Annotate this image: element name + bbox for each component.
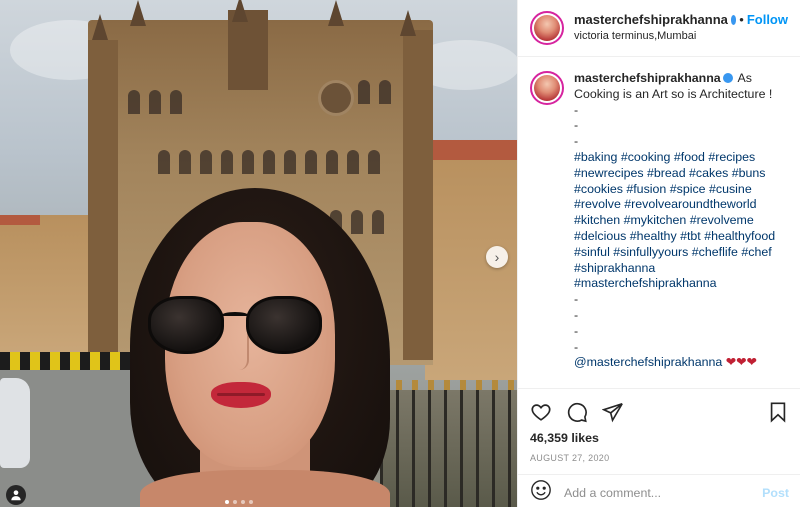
caption-line[interactable]: #cookies #fusion #spice #cusine <box>574 182 780 198</box>
carousel-dot <box>241 500 245 504</box>
tagged-user-icon[interactable] <box>6 485 26 505</box>
caption-line: - <box>574 102 579 117</box>
caption-username[interactable]: masterchefshiprakhanna <box>574 71 721 85</box>
caption-line[interactable]: #shiprakhanna <box>574 261 780 277</box>
post-date[interactable]: AUGUST 27, 2020 <box>518 445 800 463</box>
shoulder <box>140 470 390 507</box>
post-button[interactable]: Post <box>762 486 789 500</box>
caption-first-line: As <box>737 71 752 85</box>
avatar[interactable] <box>530 11 564 45</box>
carousel-dot <box>225 500 229 504</box>
comment-input[interactable] <box>564 485 763 500</box>
caption-line[interactable]: #delcious #healthy #tbt #healthyfood <box>574 229 780 245</box>
avatar[interactable] <box>530 71 564 105</box>
windows-row <box>158 150 380 174</box>
location-link[interactable]: victoria terminus,Mumbai <box>574 28 788 45</box>
caption-area: masterchefshiprakhanna As Cooking is an … <box>518 57 800 387</box>
caption-mention[interactable]: @masterchefshiprakhanna <box>574 355 722 369</box>
follow-button[interactable]: Follow <box>747 11 788 28</box>
username-link[interactable]: masterchefshiprakhanna <box>574 11 728 28</box>
caption-line[interactable]: #masterchefshiprakhanna <box>574 276 780 292</box>
roof-right <box>432 140 517 160</box>
carousel-dot <box>249 500 253 504</box>
windows-row <box>128 90 182 114</box>
sunglasses <box>148 296 326 358</box>
lips <box>211 382 271 408</box>
post-header: masterchefshiprakhanna • Follow victoria… <box>518 0 800 57</box>
roof-left <box>0 215 40 225</box>
caption-line: Cooking is an Art so is Architecture ! <box>574 86 773 101</box>
caption-text: masterchefshiprakhanna As Cooking is an … <box>574 71 780 387</box>
add-comment-bar: Post <box>518 474 800 507</box>
emoji-icon[interactable] <box>530 479 552 506</box>
spire <box>130 0 146 26</box>
heart-emojis: ❤❤❤ <box>725 355 757 370</box>
caption-line[interactable]: #revolve #revolvearoundtheworld <box>574 197 780 213</box>
spire <box>400 10 416 36</box>
comment-icon[interactable] <box>566 401 588 423</box>
bookmark-icon[interactable] <box>767 401 789 423</box>
spire <box>328 0 344 26</box>
car <box>0 378 30 468</box>
share-icon[interactable] <box>602 401 624 423</box>
caption-line: - <box>574 292 579 307</box>
carousel-dots <box>225 500 253 504</box>
windows-row <box>358 80 391 104</box>
spire <box>92 14 108 40</box>
building-tower <box>403 30 433 360</box>
building-tower <box>228 10 268 90</box>
spire <box>232 0 248 22</box>
rose-window <box>318 80 354 116</box>
verified-badge-icon <box>730 14 737 25</box>
post-actions: 46,359 likes AUGUST 27, 2020 Post <box>518 388 800 507</box>
caption-line: - <box>574 118 579 133</box>
caption-line: - <box>574 307 579 322</box>
chevron-right-icon[interactable]: › <box>486 246 508 268</box>
fence <box>380 390 517 507</box>
road-barrier <box>0 352 130 370</box>
caption-line[interactable]: #newrecipes #bread #cakes #buns <box>574 166 780 182</box>
building-tower <box>88 40 118 360</box>
caption-line: - <box>574 339 579 354</box>
heart-icon[interactable] <box>530 401 552 423</box>
caption-line[interactable]: #sinful #sinfullyyours #cheflife #chef <box>574 245 780 261</box>
likes-count[interactable]: 46,359 likes <box>518 427 800 445</box>
post-sidebar: masterchefshiprakhanna • Follow victoria… <box>517 0 800 507</box>
verified-badge-icon <box>722 73 733 83</box>
post-photo[interactable]: › <box>0 0 517 507</box>
separator: • <box>739 12 744 27</box>
carousel-dot <box>233 500 237 504</box>
caption-line[interactable]: #kitchen #mykitchen #revolveme <box>574 213 780 229</box>
caption-line: - <box>574 323 579 338</box>
caption-line: - <box>574 134 579 149</box>
caption-line[interactable]: #baking #cooking #food #recipes <box>574 150 780 166</box>
